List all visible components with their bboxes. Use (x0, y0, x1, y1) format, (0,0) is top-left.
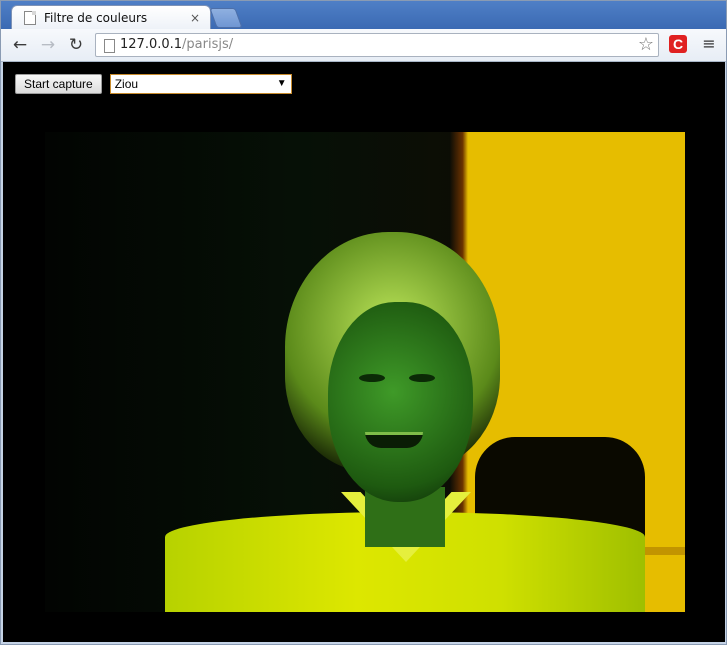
controls-bar: Start capture Ziou ▼ (15, 74, 292, 94)
filter-select[interactable]: Ziou ▼ (109, 74, 292, 94)
reload-icon[interactable]: ↻ (65, 34, 87, 56)
tab-close-icon[interactable]: × (190, 11, 200, 25)
browser-toolbar: ← → ↻ 127.0.0.1/parisjs/ ☆ C ≡ (1, 29, 726, 62)
back-arrow-icon[interactable]: ← (9, 34, 31, 56)
address-bar-url: 127.0.0.1/parisjs/ (120, 37, 233, 52)
person-face (328, 302, 473, 502)
url-host: 127.0.0.1 (120, 37, 183, 52)
wrench-menu-icon[interactable]: ≡ (701, 34, 717, 54)
filter-select-value: Ziou (114, 77, 139, 91)
page-icon (104, 39, 115, 53)
start-capture-button[interactable]: Start capture (15, 74, 102, 94)
page-document-icon (24, 10, 36, 25)
tab-strip: Filtre de couleurs × (1, 1, 726, 29)
extension-c-icon[interactable]: C (669, 35, 687, 53)
tab-active[interactable]: Filtre de couleurs × (11, 5, 211, 29)
forward-arrow-icon[interactable]: → (37, 34, 59, 56)
new-tab-button[interactable] (209, 8, 243, 28)
video-canvas (45, 132, 685, 612)
browser-window: Filtre de couleurs × ← → ↻ 127.0.0.1/par… (0, 0, 727, 645)
person-mouth (365, 432, 423, 448)
page-content: Start capture Ziou ▼ (3, 62, 725, 642)
tab-title: Filtre de couleurs (44, 10, 148, 25)
url-path: /parisjs/ (182, 37, 234, 52)
bookmark-star-icon[interactable]: ☆ (638, 34, 654, 55)
person-eye-right (409, 374, 435, 382)
chair-stripe (645, 547, 685, 555)
address-bar[interactable]: 127.0.0.1/parisjs/ ☆ (95, 33, 659, 57)
dropdown-arrow-icon: ▼ (276, 78, 287, 89)
person-eye-left (359, 374, 385, 382)
